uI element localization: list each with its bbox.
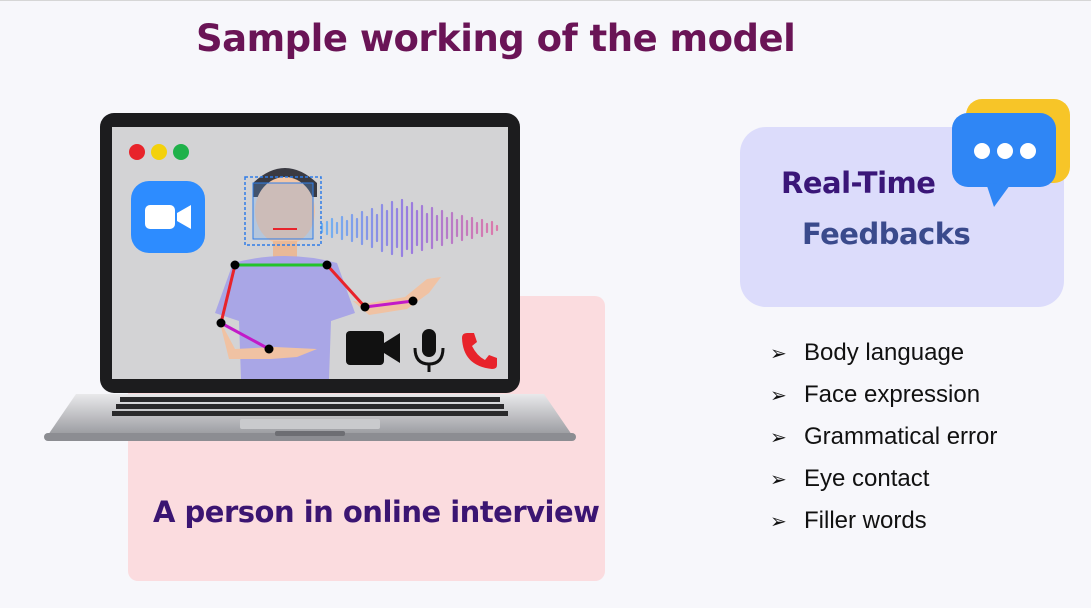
list-item: ➢ Eye contact <box>770 458 997 500</box>
list-item: ➢ Body language <box>770 332 997 374</box>
list-item-label: Body language <box>804 339 965 366</box>
list-item: ➢ Grammatical error <box>770 416 997 458</box>
slide: Sample working of the model A person in … <box>0 0 1091 608</box>
feature-list: ➢ Body language ➢ Face expression ➢ Gram… <box>770 332 997 542</box>
arrow-bullet-icon: ➢ <box>770 426 787 449</box>
arrow-bullet-icon: ➢ <box>770 468 787 491</box>
feedback-title-line1: Real-Time <box>781 166 936 200</box>
list-item: ➢ Face expression <box>770 374 997 416</box>
list-item-label: Filler words <box>804 507 927 534</box>
phone-icon[interactable] <box>460 330 498 370</box>
list-item: ➢ Filler words <box>770 500 997 542</box>
arrow-bullet-icon: ➢ <box>770 342 787 365</box>
zoom-logo-icon <box>131 181 205 253</box>
microphone-icon[interactable] <box>410 328 448 374</box>
video-camera-icon[interactable] <box>346 329 402 367</box>
window-dots <box>129 144 189 160</box>
interview-label: A person in online interview <box>153 495 600 529</box>
slide-title: Sample working of the model <box>196 17 796 60</box>
arrow-bullet-icon: ➢ <box>770 384 787 407</box>
list-item-label: Grammatical error <box>804 423 998 450</box>
list-item-label: Face expression <box>804 381 981 408</box>
list-item-label: Eye contact <box>804 465 930 492</box>
feedback-title-line2: Feedbacks <box>802 217 971 251</box>
arrow-bullet-icon: ➢ <box>770 510 787 533</box>
chat-bubble-icon <box>952 99 1070 207</box>
